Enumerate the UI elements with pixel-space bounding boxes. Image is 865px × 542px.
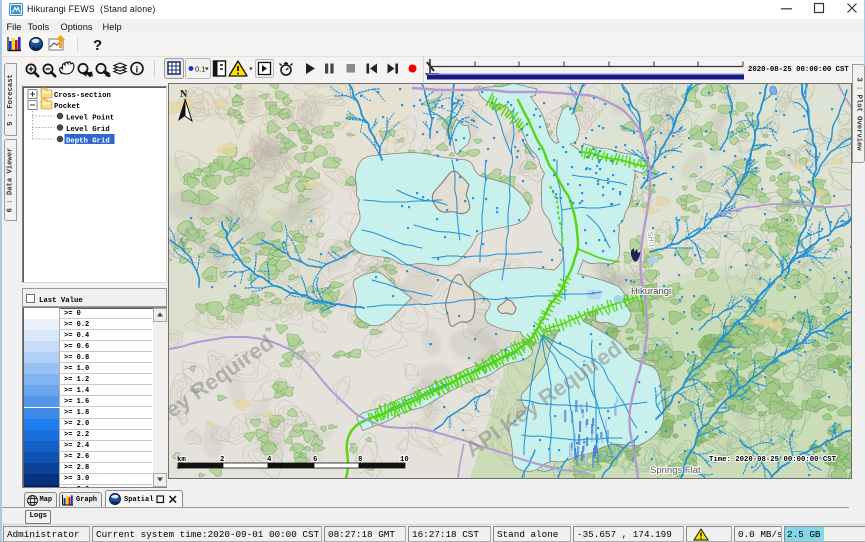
svg-text:Level Point: Level Point <box>66 115 114 123</box>
svg-text:Time: 2020-08-25 00:00:00 CST: Time: 2020-08-25 00:00:00 CST <box>709 456 837 464</box>
svg-text:0.1: 0.1 <box>195 65 205 74</box>
svg-text:2020-08-25 00:00:00 CST: 2020-08-25 00:00:00 CST <box>748 66 849 74</box>
svg-text:?: ? <box>93 37 102 54</box>
svg-text:Cross-section: Cross-section <box>54 92 111 100</box>
svg-text:Last Value: Last Value <box>39 297 83 305</box>
svg-text:Hikurangi: Hikurangi <box>631 286 671 297</box>
svg-text:Level Grid: Level Grid <box>66 126 110 134</box>
svg-text:N: N <box>180 89 188 100</box>
svg-text:Depth Grid: Depth Grid <box>66 138 110 146</box>
svg-text:i: i <box>136 64 139 74</box>
svg-text:Pocket: Pocket <box>54 103 80 111</box>
svg-text:Springs Flat: Springs Flat <box>650 465 701 476</box>
